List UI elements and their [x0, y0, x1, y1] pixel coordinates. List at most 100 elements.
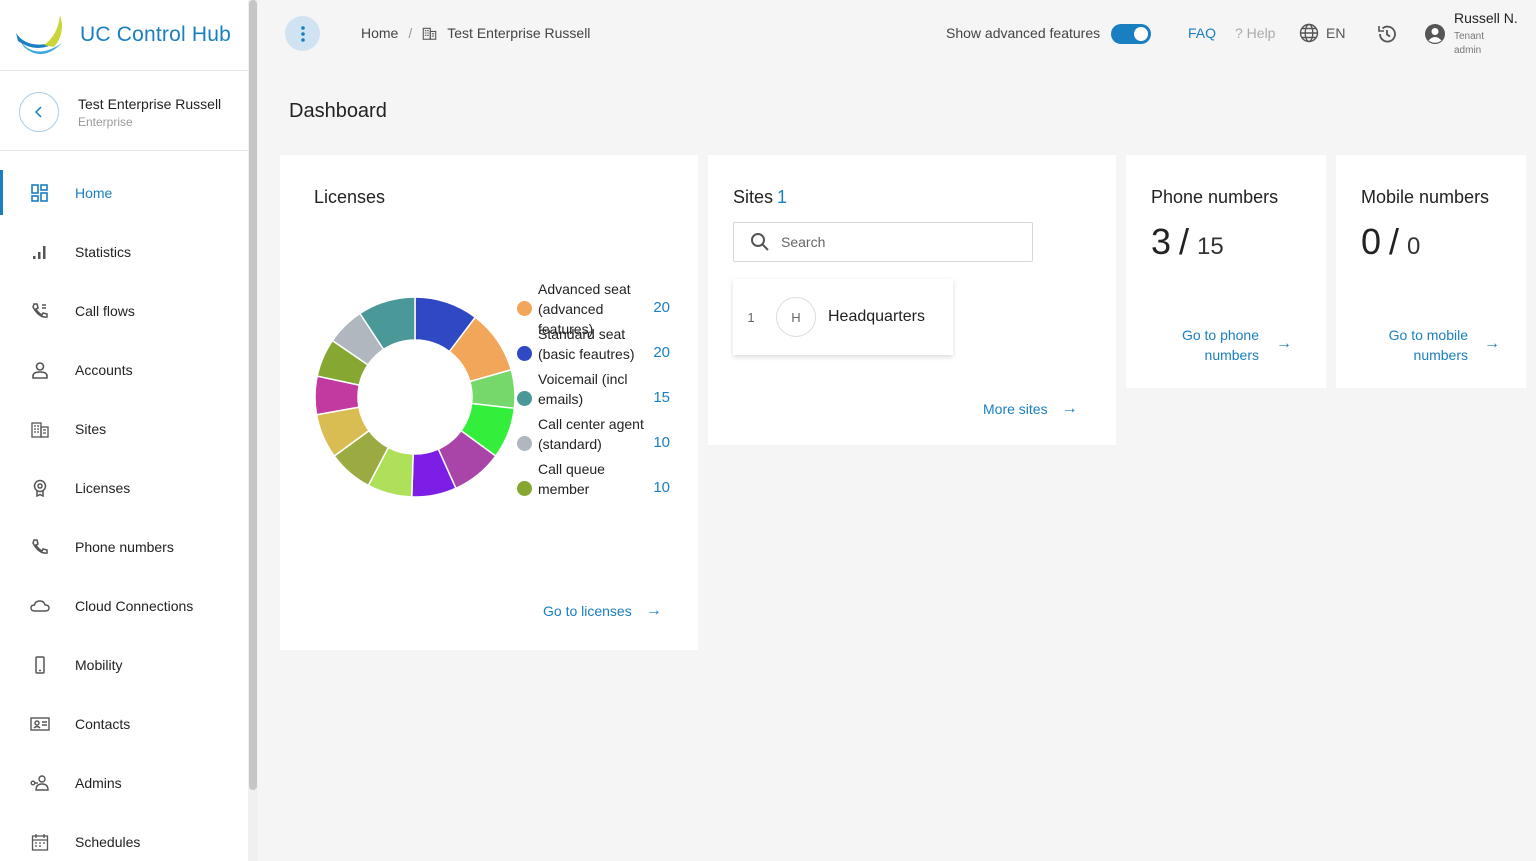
go-to-licenses-link[interactable]: Go to licenses → — [543, 602, 662, 620]
badge-icon — [30, 478, 50, 498]
sidebar-item-label: Contacts — [75, 715, 131, 732]
sidebar-item-label: Home — [75, 184, 113, 201]
mobile-icon — [30, 655, 50, 675]
dashboard-icon — [30, 183, 50, 203]
scrollbar-thumb[interactable] — [249, 0, 257, 790]
mobile-numbers-usage: 0 / 0 — [1361, 221, 1421, 262]
phone-numbers-usage: 3 / 15 — [1151, 221, 1224, 262]
breadcrumb-home[interactable]: Home — [361, 25, 398, 41]
sidebar-item-mobility[interactable]: Mobility — [0, 635, 248, 694]
history-button[interactable] — [1376, 23, 1398, 50]
breadcrumb-current: Test Enterprise Russell — [447, 25, 591, 41]
back-button[interactable] — [19, 92, 59, 132]
user-menu[interactable]: Russell N. Tenant admin — [1454, 10, 1518, 58]
licenses-donut-chart — [314, 296, 516, 498]
page-title: Dashboard — [289, 100, 387, 122]
sidebar-item-licenses[interactable]: Licenses — [0, 458, 248, 517]
tenant-name: Test Enterprise Russell — [78, 95, 222, 112]
help-link[interactable]: ? Help — [1235, 25, 1275, 41]
site-avatar: H — [776, 297, 816, 337]
sidebar-item-label: Sites — [75, 420, 107, 437]
sidebar-item-schedules[interactable]: Schedules — [0, 812, 248, 861]
card-title: Mobile numbers — [1361, 187, 1490, 207]
breadcrumb: Home / Test Enterprise Russell — [361, 25, 590, 41]
legend-dot — [517, 391, 532, 406]
sidebar-item-phone-numbers[interactable]: Phone numbers — [0, 517, 248, 576]
user-name: Russell N. — [1454, 10, 1518, 26]
legend-label: Standard seat (basic feautres) — [538, 326, 635, 362]
site-list-item[interactable]: 1 H Headquarters — [733, 279, 953, 355]
more-sites-link[interactable]: More sites → — [983, 400, 1078, 418]
breadcrumb-separator: / — [408, 25, 413, 41]
admin-icon — [30, 773, 50, 793]
contact-card-icon — [30, 714, 50, 734]
arrow-right-icon: → — [1276, 335, 1292, 352]
legend-value[interactable]: 15 — [653, 389, 670, 406]
app-logo[interactable]: UC Control Hub — [14, 8, 231, 62]
sites-count: 1 — [777, 187, 788, 207]
legend-value[interactable]: 20 — [653, 344, 670, 361]
sidebar-item-cloud-connections[interactable]: Cloud Connections — [0, 576, 248, 635]
legend-item: Advanced seat (advanced features) 20 — [517, 279, 677, 337]
user-role: Tenant admin — [1454, 31, 1485, 56]
sidebar-item-label: Licenses — [75, 479, 131, 496]
sidebar-item-label: Cloud Connections — [75, 597, 194, 614]
legend-value[interactable]: 10 — [653, 434, 670, 451]
sidebar-item-contacts[interactable]: Contacts — [0, 694, 248, 753]
arrow-right-icon: → — [1061, 400, 1078, 417]
account-circle-icon[interactable] — [1424, 23, 1446, 50]
arrow-right-icon: → — [645, 602, 662, 619]
sidebar-item-label: Statistics — [75, 243, 132, 260]
tenant-selector: Test Enterprise Russell Enterprise — [10, 84, 238, 140]
legend-item: Voicemail (incl emails) 15 — [517, 369, 677, 414]
toggle-knob — [1134, 27, 1148, 41]
building-icon — [422, 26, 437, 40]
logo-icon — [16, 15, 62, 55]
sidebar-item-label: Call flows — [75, 302, 135, 319]
sidebar-item-label: Phone numbers — [75, 538, 174, 555]
arrow-right-icon: → — [1484, 335, 1500, 352]
go-to-phone-numbers-link[interactable]: Go to phone numbers — [1166, 325, 1259, 365]
card-title: Phone numbers — [1151, 187, 1279, 207]
top-bar: Home / Test Enterprise Russell Show adva… — [258, 0, 1536, 68]
advanced-features-toggle[interactable] — [1111, 24, 1151, 44]
legend-label: Call center agent (standard) — [538, 416, 644, 452]
legend-label: Call queue member — [538, 461, 605, 497]
call-flow-icon — [30, 301, 50, 321]
search-icon — [751, 233, 769, 251]
go-to-mobile-numbers-link[interactable]: Go to mobile numbers — [1374, 325, 1468, 365]
faq-link[interactable]: FAQ — [1188, 25, 1216, 41]
legend-value[interactable]: 10 — [653, 479, 670, 496]
cloud-icon — [30, 596, 50, 616]
history-icon — [1378, 25, 1396, 43]
divider — [0, 150, 248, 151]
sidebar-item-home[interactable]: Home — [0, 163, 248, 222]
building-icon — [30, 419, 50, 439]
legend-item: Call center agent (standard) 10 — [517, 414, 677, 459]
mobile-numbers-card: Mobile numbers 0 / 0 Go to mobile number… — [1336, 155, 1526, 388]
language-code: EN — [1326, 25, 1346, 41]
legend-item: Call queue member 10 — [517, 459, 677, 504]
sidebar-item-admins[interactable]: Admins — [0, 753, 248, 812]
sidebar-scrollbar[interactable] — [248, 0, 258, 861]
sidebar-item-call-flows[interactable]: Call flows — [0, 281, 248, 340]
sites-search-input[interactable]: Search — [733, 222, 1033, 262]
sidebar-item-sites[interactable]: Sites — [0, 399, 248, 458]
link-label: More sites — [983, 401, 1048, 417]
legend-value[interactable]: 20 — [653, 299, 670, 316]
sidebar: UC Control Hub Test Enterprise Russell E… — [0, 0, 248, 861]
legend-item: Standard seat (basic feautres) 20 — [517, 324, 677, 369]
sidebar-nav: Home Statistics Call flows Accounts Site… — [0, 163, 248, 861]
sidebar-item-label: Admins — [75, 774, 122, 791]
card-title: Sites 1 — [733, 187, 788, 207]
bar-chart-icon — [30, 242, 50, 262]
chevron-left-icon — [34, 106, 42, 118]
sidebar-item-accounts[interactable]: Accounts — [0, 340, 248, 399]
link-label: Go to licenses — [543, 603, 632, 619]
legend-dot — [517, 346, 532, 361]
divider — [0, 70, 248, 71]
more-menu-button[interactable] — [285, 16, 320, 51]
sidebar-item-statistics[interactable]: Statistics — [0, 222, 248, 281]
language-selector[interactable]: EN — [1299, 23, 1345, 43]
legend-dot — [517, 301, 532, 316]
